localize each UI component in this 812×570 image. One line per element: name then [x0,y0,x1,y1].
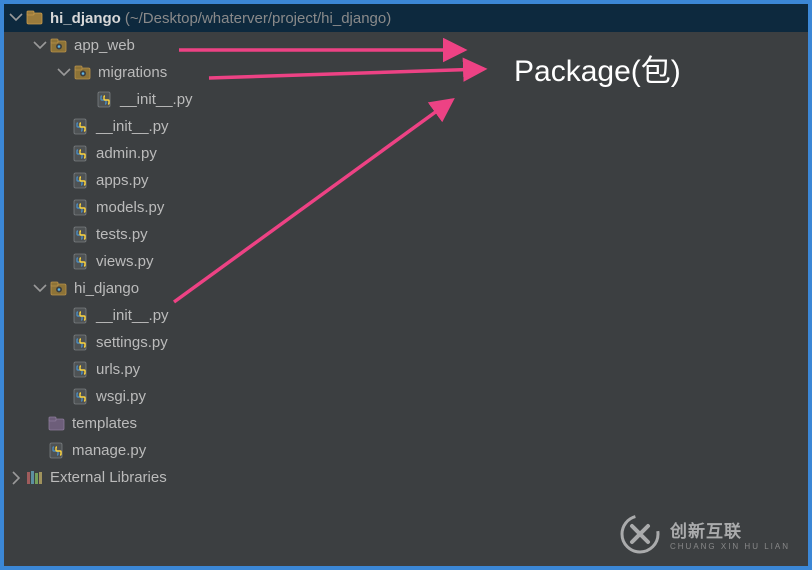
python-file-icon [72,199,90,217]
tree-item-file[interactable]: views.py [8,248,808,275]
python-file-icon [72,334,90,352]
tree-item-label: settings.py [96,334,168,351]
libraries-icon [26,469,44,487]
tree-item-label: tests.py [96,226,148,243]
tree-item-file[interactable]: wsgi.py [8,383,808,410]
watermark: 创新互联 CHUANG XIN HU LIAN [618,512,790,556]
tree-item-templates[interactable]: templates [8,410,808,437]
chevron-down-icon[interactable] [8,10,24,26]
tree-item-label: External Libraries [50,469,167,486]
folder-icon [26,9,44,27]
tree-item-file[interactable]: urls.py [8,356,808,383]
python-file-icon [72,172,90,190]
tree-item-hi-django[interactable]: hi_django [8,275,808,302]
package-folder-icon [50,280,68,298]
tree-item-label: migrations [98,64,167,81]
python-file-icon [72,118,90,136]
tree-item-label: templates [72,415,137,432]
tree-item-migrations[interactable]: migrations [8,59,808,86]
python-file-icon [96,91,114,109]
package-folder-icon [74,64,92,82]
tree-item-label: apps.py [96,172,149,189]
tree-item-external-libraries[interactable]: External Libraries [8,464,808,491]
tree-item-file[interactable]: manage.py [8,437,808,464]
tree-item-file[interactable]: __init__.py [8,86,808,113]
tree-item-label: __init__.py [120,91,193,108]
tree-item-label: models.py [96,199,164,216]
folder-icon [48,415,66,433]
tree-item-file[interactable]: __init__.py [8,302,808,329]
root-name: hi_django [50,10,121,27]
chevron-down-icon[interactable] [32,38,48,54]
python-file-icon [72,253,90,271]
tree-item-label: app_web [74,37,135,54]
tree-item-label: manage.py [72,442,146,459]
tree-item-app-web[interactable]: app_web [8,32,808,59]
tree-item-file[interactable]: models.py [8,194,808,221]
tree-item-file[interactable]: admin.py [8,140,808,167]
watermark-logo-icon [618,512,662,556]
python-file-icon [72,388,90,406]
tree-item-file[interactable]: apps.py [8,167,808,194]
tree-item-label: urls.py [96,361,140,378]
watermark-brand: 创新互联 [670,517,790,542]
tree-item-label: __init__.py [96,307,169,324]
tree-item-file[interactable]: __init__.py [8,113,808,140]
root-path: (~/Desktop/whaterver/project/hi_django) [125,10,391,27]
tree-item-label: admin.py [96,145,157,162]
tree-item-label: views.py [96,253,154,270]
tree-item-label: wsgi.py [96,388,146,405]
tree-item-file[interactable]: tests.py [8,221,808,248]
project-tree: hi_django (~/Desktop/whaterver/project/h… [4,4,808,491]
tree-item-label: hi_django [74,280,139,297]
tree-root-row[interactable]: hi_django (~/Desktop/whaterver/project/h… [4,4,808,32]
python-file-icon [72,145,90,163]
chevron-down-icon[interactable] [32,281,48,297]
tree-item-file[interactable]: settings.py [8,329,808,356]
python-file-icon [72,226,90,244]
chevron-down-icon[interactable] [56,65,72,81]
python-file-icon [72,361,90,379]
package-folder-icon [50,37,68,55]
python-file-icon [48,442,66,460]
watermark-sub: CHUANG XIN HU LIAN [670,542,790,551]
chevron-right-icon[interactable] [8,470,24,486]
python-file-icon [72,307,90,325]
tree-item-label: __init__.py [96,118,169,135]
